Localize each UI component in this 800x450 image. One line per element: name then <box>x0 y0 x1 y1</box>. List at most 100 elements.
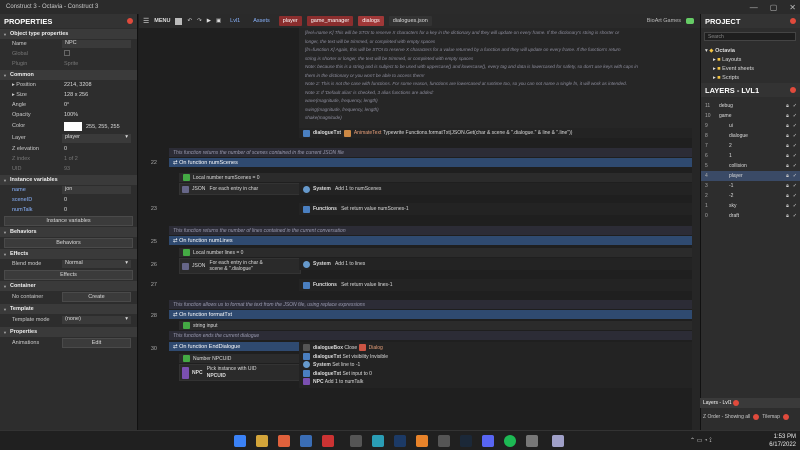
event-sheet-editor[interactable]: [feel=name K] This will be STOI to reser… <box>139 28 700 430</box>
layer-row[interactable]: 6 1 🔒︎ ✓ <box>701 151 800 161</box>
undo-icon[interactable]: ↶ <box>187 18 192 24</box>
behaviors-button[interactable]: Behaviors <box>4 238 133 248</box>
layer-select[interactable]: player ▾ <box>62 133 131 143</box>
layer-row[interactable]: 10 game 🔒︎ ✓ <box>701 111 800 121</box>
edit-animations-button[interactable]: Edit <box>62 338 131 348</box>
action-set-line[interactable]: System Set line to -1 <box>303 361 695 370</box>
app-icon[interactable] <box>526 435 538 447</box>
comment-30[interactable]: This function ends the current dialogue <box>169 331 699 340</box>
clock[interactable]: 1:53 PM 6/17/2022 <box>762 433 796 449</box>
brave-browser-icon[interactable] <box>278 435 290 447</box>
lock-icon[interactable]: 🔒︎ <box>786 213 789 219</box>
z-elevation-field[interactable]: 0 <box>62 146 137 152</box>
tray-icons[interactable]: ⌃ ▭ ◔ ⟟ <box>690 437 712 445</box>
layer-row[interactable]: 7 2 🔒︎ ✓ <box>701 141 800 151</box>
comment-22[interactable]: This function returns the number of scen… <box>169 148 699 157</box>
local-var-lines[interactable]: Local number lines = 0 <box>179 248 699 257</box>
layer-row[interactable]: 8 dialogue 🔒︎ ✓ <box>701 131 800 141</box>
close-panel-icon[interactable] <box>790 87 796 93</box>
menu-button[interactable]: MENU <box>154 18 170 24</box>
visibility-checkbox[interactable]: ✓ <box>793 123 797 129</box>
close-panel-icon[interactable] <box>790 18 796 24</box>
minimize-button[interactable]: — <box>750 3 758 12</box>
action-add-numScenes[interactable]: System Add 1 to numScenes <box>299 183 699 195</box>
action-close-dialog[interactable]: dialogueBox Close Dialog <box>303 344 695 353</box>
function-formatTxt[interactable]: ⇄ On function formatTxt <box>169 310 699 319</box>
close-button[interactable]: ✕ <box>789 3 796 12</box>
layer-row[interactable]: 2 -2 🔒︎ ✓ <box>701 191 800 201</box>
close-panel-icon[interactable] <box>127 18 133 24</box>
menu-icon[interactable]: ☰ <box>143 17 149 25</box>
lock-icon[interactable]: 🔒︎ <box>786 113 789 119</box>
param-npcuid[interactable]: Number NPCUID <box>179 354 301 363</box>
close-tab-icon[interactable] <box>753 414 760 420</box>
actions-end-dialogue[interactable]: dialogueBox Close Dialog dialogueTxt Set… <box>299 342 699 388</box>
visibility-checkbox[interactable]: ✓ <box>793 203 797 209</box>
tree-layouts[interactable]: ▸ ■ Layouts <box>701 55 800 64</box>
tilemap-tab[interactable]: Tilemap <box>762 414 780 420</box>
function-numLines[interactable]: ⇄ On function numLines <box>169 236 699 245</box>
visibility-checkbox[interactable]: ✓ <box>793 183 797 189</box>
zorder-tab[interactable]: Z Order - Showing all <box>703 414 750 420</box>
editor-scrollbar[interactable] <box>692 28 700 430</box>
position-field[interactable]: 2214, 3208 <box>62 82 137 88</box>
opacity-field[interactable]: 100% <box>62 112 137 118</box>
visibility-checkbox[interactable]: ✓ <box>793 103 797 109</box>
lock-icon[interactable]: 🔒︎ <box>786 103 789 109</box>
file-explorer-icon[interactable] <box>256 435 268 447</box>
section-behaviors[interactable]: ▼ Behaviors <box>0 227 137 237</box>
layer-row[interactable]: 0 draft 🔒︎ ✓ <box>701 211 800 221</box>
action-set-visibility[interactable]: dialogueTxt Set visibility Invisible <box>303 352 695 362</box>
maximize-button[interactable]: ▢ <box>770 3 778 12</box>
visibility-checkbox[interactable]: ✓ <box>793 173 797 179</box>
action-return-lines[interactable]: Functions Set return value lines-1 <box>299 279 699 291</box>
section-instance-variables[interactable]: ▼ Instance variables <box>0 175 137 185</box>
tab-dialogs[interactable]: dialogs <box>358 16 384 26</box>
layer-row[interactable]: 3 -1 🔒︎ ✓ <box>701 181 800 191</box>
tab-game-manager[interactable]: game_manager <box>306 16 354 26</box>
active-app-icon[interactable] <box>552 435 564 447</box>
local-var-numScenes[interactable]: Local number numScenes = 0 <box>179 173 699 182</box>
section-template[interactable]: ▼ Template <box>0 304 137 314</box>
discord-icon[interactable] <box>482 435 494 447</box>
lock-icon[interactable]: 🔒︎ <box>786 133 789 139</box>
blend-mode-select[interactable]: Normal ▾ <box>62 260 131 268</box>
section-effects[interactable]: ▼ Effects <box>0 249 137 259</box>
lock-icon[interactable]: 🔒︎ <box>786 193 789 199</box>
layers-tab[interactable]: Layers - Lvl1 <box>700 398 800 408</box>
visibility-checkbox[interactable]: ✓ <box>793 193 797 199</box>
photoshop-icon[interactable] <box>394 435 406 447</box>
comment-28[interactable]: This function allows us to format the te… <box>169 300 699 309</box>
redo-icon[interactable]: ↷ <box>197 18 202 24</box>
section-otp[interactable]: ▼ Object type properties <box>0 29 137 39</box>
visibility-checkbox[interactable]: ✓ <box>793 143 797 149</box>
tree-root[interactable]: ▾ ◆ Octavia <box>701 46 800 55</box>
numtalk-field[interactable]: 0 <box>62 207 137 213</box>
section-properties[interactable]: ▼ Properties <box>0 327 137 337</box>
steam-icon[interactable] <box>460 435 472 447</box>
lock-icon[interactable]: 🔒︎ <box>786 143 789 149</box>
size-field[interactable]: 128 x 256 <box>62 92 137 98</box>
sceneid-field[interactable]: 0 <box>62 197 137 203</box>
app-icon[interactable] <box>322 435 334 447</box>
visibility-checkbox[interactable]: ✓ <box>793 133 797 139</box>
play-icon[interactable]: ▶ <box>207 18 211 24</box>
account-name[interactable]: BioArt Games <box>647 18 681 24</box>
tab-player[interactable]: player <box>278 16 302 26</box>
function-numScenes[interactable]: ⇄ On function numScenes <box>169 158 699 167</box>
condition-pick-npc[interactable]: NPC Pick instance with UID NPCUID <box>179 364 301 381</box>
section-container[interactable]: ▼ Container <box>0 281 137 291</box>
action-return-numScenes[interactable]: Functions Set return value numScenes-1 <box>299 203 699 215</box>
angle-field[interactable]: 0° <box>62 102 137 108</box>
param-string-input[interactable]: string input <box>179 321 699 330</box>
construct-icon[interactable] <box>350 435 362 447</box>
visibility-checkbox[interactable]: ✓ <box>793 113 797 119</box>
tree-event-sheets[interactable]: ▸ ■ Event sheets <box>701 64 800 73</box>
lock-icon[interactable]: 🔒︎ <box>786 163 789 169</box>
section-common[interactable]: ▼ Common <box>0 70 137 80</box>
layer-row[interactable]: 5 collision 🔒︎ ✓ <box>701 161 800 171</box>
global-checkbox[interactable] <box>62 50 137 58</box>
vscode-icon[interactable] <box>300 435 312 447</box>
lock-icon[interactable]: 🔒︎ <box>786 183 789 189</box>
layer-row[interactable]: 9 ui 🔒︎ ✓ <box>701 121 800 131</box>
